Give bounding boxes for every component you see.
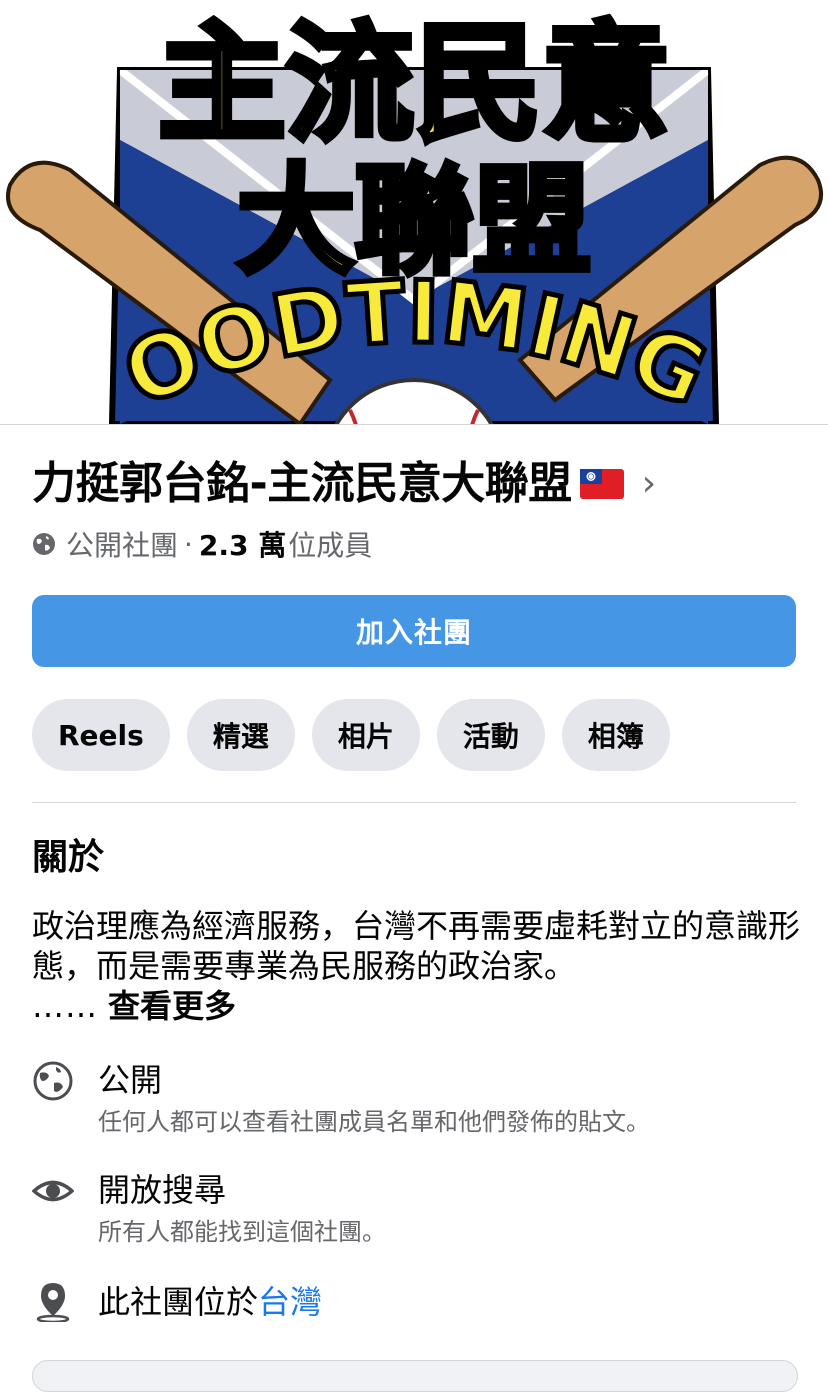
info-searchable-description: 所有人都能找到這個社團。 <box>98 1218 386 1246</box>
info-public-title: 公開 <box>98 1061 163 1099</box>
info-public: 公開 任何人都可以查看社團成員名單和他們發佈的貼文。 <box>32 1058 812 1142</box>
globe-icon <box>33 533 55 555</box>
group-logo: OODTIMING 主流民意 大聯盟 <box>6 7 824 424</box>
chevron-right-icon[interactable]: › <box>642 466 656 502</box>
cover-photo[interactable]: OODTIMING 主流民意 大聯盟 <box>0 0 828 425</box>
about-heading: 關於 <box>32 837 105 878</box>
info-location: 此社團位於台灣 <box>32 1280 812 1326</box>
info-public-description: 任何人都可以查看社團成員名單和他們發佈的貼文。 <box>98 1108 650 1136</box>
ellipsis: …… <box>32 987 98 1025</box>
group-tabs: Reels 精選 相片 活動 相簿 <box>32 699 670 771</box>
taiwan-flag-icon <box>579 469 624 499</box>
section-divider <box>32 802 796 803</box>
location-link[interactable]: 台灣 <box>258 1283 322 1321</box>
location-pin-icon <box>36 1283 70 1322</box>
logo-line-2: 大聯盟 <box>237 152 591 290</box>
about-description: 政治理應為經濟服務，台灣不再需要虛耗對立的意識形態，而是需要專業為民服務的政治家… <box>32 907 801 985</box>
info-location-title: 此社團位於台灣 <box>98 1280 322 1324</box>
tab-albums[interactable]: 相簿 <box>561 699 670 771</box>
tab-photos[interactable]: 相片 <box>311 699 420 771</box>
meta-separator: · <box>184 527 193 561</box>
tab-events[interactable]: 活動 <box>436 699 545 771</box>
group-title-row[interactable]: 力挺郭台銘-主流民意大聯盟 › <box>32 452 796 516</box>
join-group-button[interactable]: 加入社團 <box>32 595 796 667</box>
see-more-link[interactable]: 查看更多 <box>108 987 236 1025</box>
logo-line-1: 主流民意 <box>158 10 670 159</box>
tab-reels[interactable]: Reels <box>32 699 170 771</box>
location-prefix: 此社團位於 <box>98 1283 259 1321</box>
group-meta: 公開社團 · 2.3 萬 位成員 <box>32 522 372 566</box>
eye-icon <box>32 1180 74 1202</box>
info-searchable-title: 開放搜尋 <box>98 1171 227 1209</box>
see-more-row: …… 查看更多 <box>32 986 236 1026</box>
group-name: 力挺郭台銘-主流民意大聯盟 <box>32 458 572 509</box>
member-count: 2.3 萬 <box>198 529 287 562</box>
tab-featured[interactable]: 精選 <box>186 699 295 771</box>
info-searchable: 開放搜尋 所有人都能找到這個社團。 <box>32 1168 812 1252</box>
globe-icon <box>33 1061 73 1101</box>
member-suffix: 位成員 <box>288 529 373 562</box>
next-card <box>32 1360 798 1392</box>
privacy-label: 公開社團 <box>66 529 179 562</box>
